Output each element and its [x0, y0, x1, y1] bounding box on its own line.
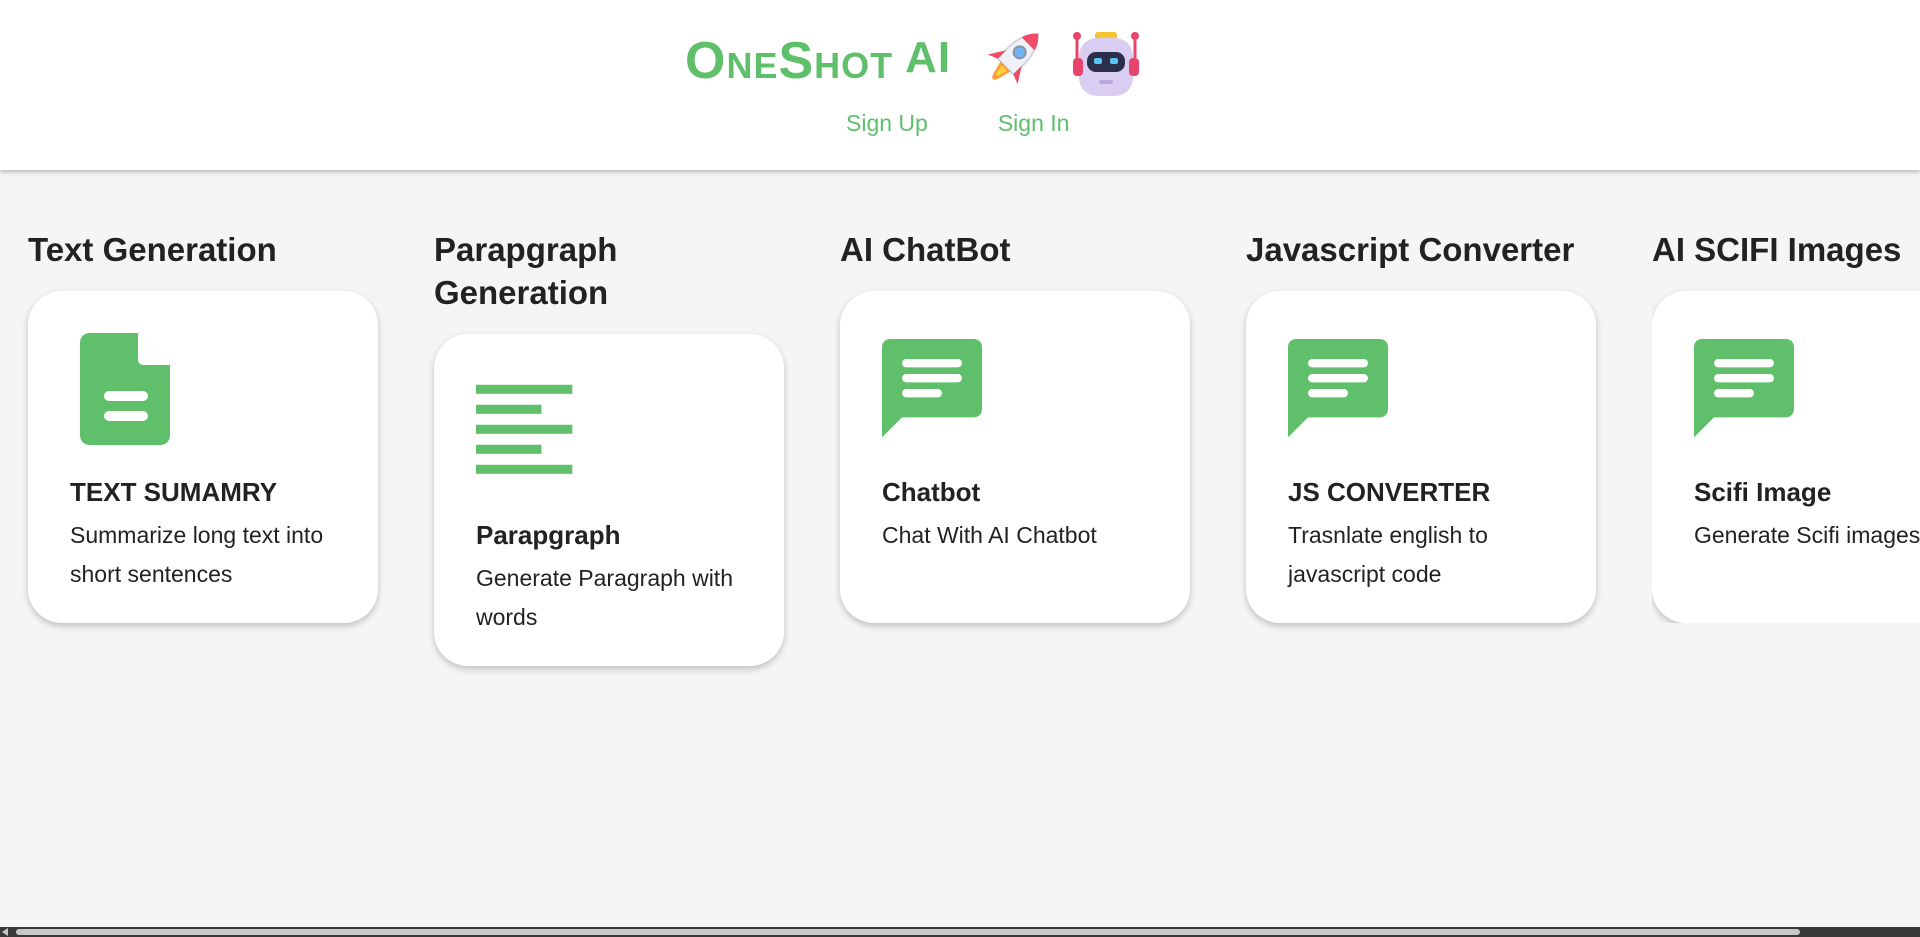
header: OneShot AI Sign Up Sign In [0, 0, 1920, 170]
card-description: Summarize long text into short sentences [70, 522, 324, 587]
robot-icon [1073, 32, 1140, 96]
category-text-generation: Text Generation TEXT SUMAMRY Summarize l… [28, 228, 378, 623]
tool-card-text-summary[interactable]: TEXT SUMAMRY Summarize long text into sh… [28, 291, 378, 623]
card-title: TEXT SUMAMRY [70, 477, 278, 507]
chat-icon [1694, 339, 1794, 438]
card-title: Chatbot [882, 477, 981, 507]
category-heading: AI ChatBot [840, 231, 1011, 268]
paragraph-icon [476, 384, 573, 474]
category-heading: Text Generation [28, 231, 277, 268]
category-ai-chatbot: AI ChatBot Chatbot Chat With AI Chatbot [840, 228, 1190, 623]
card-description: Trasnlate english to javascript code [1288, 522, 1488, 587]
logo-ai-text: AI [905, 33, 952, 82]
chat-icon [882, 339, 982, 438]
category-paragraph-generation: Parapgraph Generation Parapgraph Generat… [434, 228, 784, 666]
tool-card-js-converter[interactable]: JS CONVERTER Trasnlate english to javasc… [1246, 291, 1596, 623]
card-title: JS CONVERTER [1288, 477, 1491, 507]
logo-text: OneShot [685, 32, 894, 90]
auth-links: Sign Up Sign In [846, 110, 1069, 137]
horizontal-scrollbar[interactable] [0, 927, 1920, 937]
chat-icon [1288, 339, 1388, 438]
tool-card-scifi-image[interactable]: Scifi Image Generate Scifi images [1652, 291, 1920, 623]
scrollbar-thumb[interactable] [16, 929, 1800, 935]
sign-up-link[interactable]: Sign Up [846, 110, 928, 137]
card-description: Chat With AI Chatbot [882, 522, 1097, 548]
document-icon [80, 333, 170, 445]
category-ai-scifi-images: AI SCIFI Images Scifi Image Generate Sci… [1652, 228, 1920, 623]
rocket-icon [987, 33, 1039, 85]
logo[interactable]: OneShot AI [685, 20, 1143, 104]
card-description: Generate Scifi images [1694, 522, 1920, 548]
card-title: Parapgraph [476, 520, 621, 550]
scroll-left-arrow-icon[interactable] [2, 928, 8, 936]
card-description: Generate Paragraph with words [476, 565, 733, 630]
main-content: Text Generation TEXT SUMAMRY Summarize l… [0, 170, 1920, 927]
sign-in-link[interactable]: Sign In [998, 110, 1070, 137]
tool-card-paragraph[interactable]: Parapgraph Generate Paragraph with words [434, 334, 784, 666]
category-heading: AI SCIFI Images [1652, 231, 1902, 268]
category-heading: Javascript Converter [1246, 231, 1575, 268]
category-heading: Parapgraph Generation [434, 231, 618, 311]
category-javascript-converter: Javascript Converter JS CONVERTER Trasnl… [1246, 228, 1596, 623]
tool-card-chatbot[interactable]: Chatbot Chat With AI Chatbot [840, 291, 1190, 623]
card-title: Scifi Image [1694, 477, 1832, 507]
